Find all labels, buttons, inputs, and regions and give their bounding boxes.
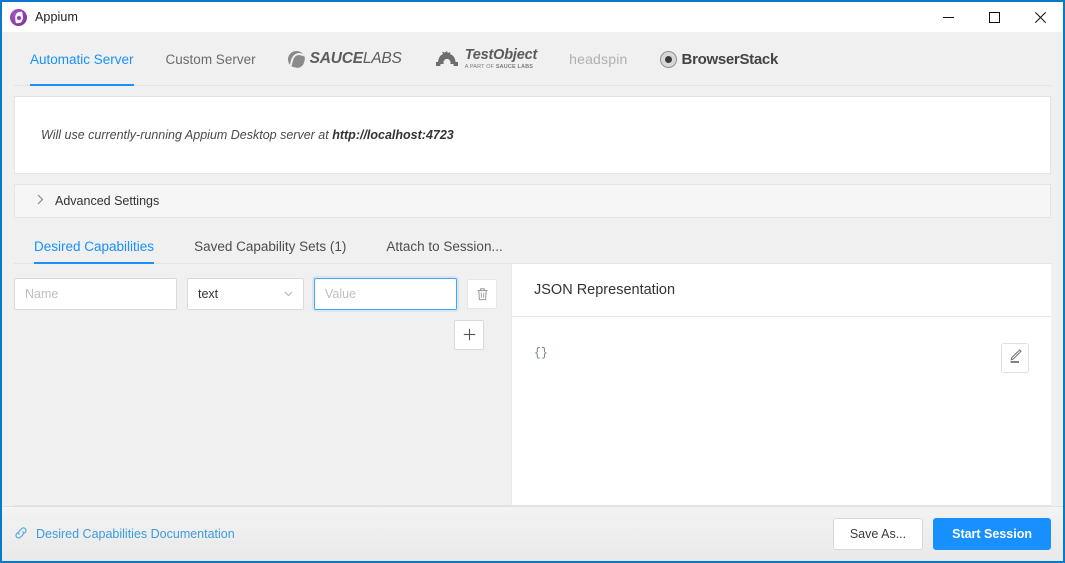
- main-body: Will use currently-running Appium Deskto…: [2, 86, 1063, 506]
- appium-window: Appium Automatic Server Custom Server SA…: [0, 0, 1065, 563]
- testobject-logo-sub: A PART OF SAUCE LABS: [465, 65, 537, 71]
- window-controls: [925, 2, 1063, 32]
- saucelabs-logo: SAUCELABS: [288, 50, 402, 68]
- testobject-logo-icon: [434, 51, 460, 68]
- json-panel-title: JSON Representation: [512, 264, 1051, 317]
- provider-tabbar: Automatic Server Custom Server SAUCELABS: [2, 32, 1063, 86]
- server-info-message: Will use currently-running Appium Deskto…: [41, 128, 332, 142]
- saucelabs-logo-text: SAUCELABS: [310, 50, 402, 68]
- tab-browserstack[interactable]: BrowserStack: [644, 32, 794, 86]
- testobject-sub-bold: SAUCE LABS: [496, 64, 533, 70]
- window-footer: Desired Capabilities Documentation Save …: [2, 506, 1063, 561]
- testobject-logo-name: TestObject: [465, 48, 537, 63]
- advanced-settings-label: Advanced Settings: [55, 194, 159, 208]
- close-icon[interactable]: [1017, 2, 1063, 32]
- tab-saved-capability-sets[interactable]: Saved Capability Sets (1): [174, 228, 366, 264]
- browserstack-logo-icon: [660, 51, 677, 68]
- tab-automatic-server[interactable]: Automatic Server: [14, 32, 150, 86]
- json-content: {}: [534, 347, 548, 360]
- browserstack-logo: BrowserStack: [660, 51, 778, 68]
- tab-attach-to-session-label: Attach to Session...: [386, 239, 502, 254]
- tab-desired-capabilities-label: Desired Capabilities: [34, 239, 154, 254]
- window-titlebar: Appium: [2, 2, 1063, 32]
- capability-row: text: [14, 278, 511, 310]
- maximize-icon[interactable]: [971, 2, 1017, 32]
- chevron-down-icon: [284, 289, 293, 300]
- link-icon: [14, 526, 28, 543]
- capability-type-value: text: [198, 287, 218, 301]
- tab-test-object[interactable]: TestObject A PART OF SAUCE LABS: [418, 32, 553, 86]
- plus-icon: [463, 327, 476, 344]
- server-info-text: Will use currently-running Appium Deskto…: [41, 128, 454, 142]
- capability-type-select[interactable]: text: [187, 278, 304, 310]
- json-edit-button[interactable]: [1001, 343, 1029, 373]
- tab-headspin[interactable]: headspin: [553, 32, 643, 86]
- desired-capabilities-documentation-link[interactable]: Desired Capabilities Documentation: [14, 526, 235, 543]
- tab-attach-to-session[interactable]: Attach to Session...: [366, 228, 522, 264]
- saucelabs-logo-icon: [288, 51, 305, 68]
- tab-desired-capabilities[interactable]: Desired Capabilities: [14, 228, 174, 264]
- headspin-logo-text: headspin: [569, 51, 627, 67]
- capability-tabbar: Desired Capabilities Saved Capability Se…: [14, 228, 1051, 264]
- capability-value-input[interactable]: [314, 278, 457, 310]
- add-capability-row: [14, 320, 511, 350]
- saucelabs-logo-light: LABS: [363, 50, 402, 67]
- documentation-link-label: Desired Capabilities Documentation: [36, 527, 235, 541]
- advanced-settings-accordion[interactable]: Advanced Settings: [14, 184, 1051, 218]
- capability-form: text: [14, 264, 511, 505]
- capability-editor-area: text: [14, 264, 1051, 506]
- trash-icon[interactable]: [467, 279, 497, 309]
- server-url: http://localhost:4723: [332, 128, 454, 142]
- testobject-logo-text: TestObject A PART OF SAUCE LABS: [465, 48, 537, 70]
- appium-logo-icon: [10, 9, 27, 26]
- window-title: Appium: [35, 10, 78, 24]
- chevron-right-icon: [37, 194, 44, 208]
- tab-custom-server[interactable]: Custom Server: [150, 32, 272, 86]
- minimize-icon[interactable]: [925, 2, 971, 32]
- saucelabs-logo-bold: SAUCE: [310, 50, 363, 67]
- tab-sauce-labs[interactable]: SAUCELABS: [272, 32, 418, 86]
- titlebar-left: Appium: [2, 9, 78, 26]
- json-representation-panel: JSON Representation {}: [511, 264, 1051, 505]
- testobject-logo: TestObject A PART OF SAUCE LABS: [434, 48, 537, 70]
- testobject-sub-prefix: A PART OF: [465, 64, 496, 70]
- json-panel-body: {}: [512, 317, 1051, 505]
- start-session-button[interactable]: Start Session: [933, 518, 1051, 550]
- add-capability-button[interactable]: [454, 320, 484, 350]
- capability-name-input[interactable]: [14, 278, 177, 310]
- tab-saved-capability-sets-label: Saved Capability Sets (1): [194, 239, 346, 254]
- save-as-button[interactable]: Save As...: [833, 518, 923, 550]
- pencil-icon: [1008, 348, 1023, 369]
- tab-automatic-server-label: Automatic Server: [30, 52, 134, 67]
- tab-custom-server-label: Custom Server: [166, 52, 256, 67]
- browserstack-logo-text: BrowserStack: [682, 51, 778, 68]
- server-info-panel: Will use currently-running Appium Deskto…: [14, 96, 1051, 174]
